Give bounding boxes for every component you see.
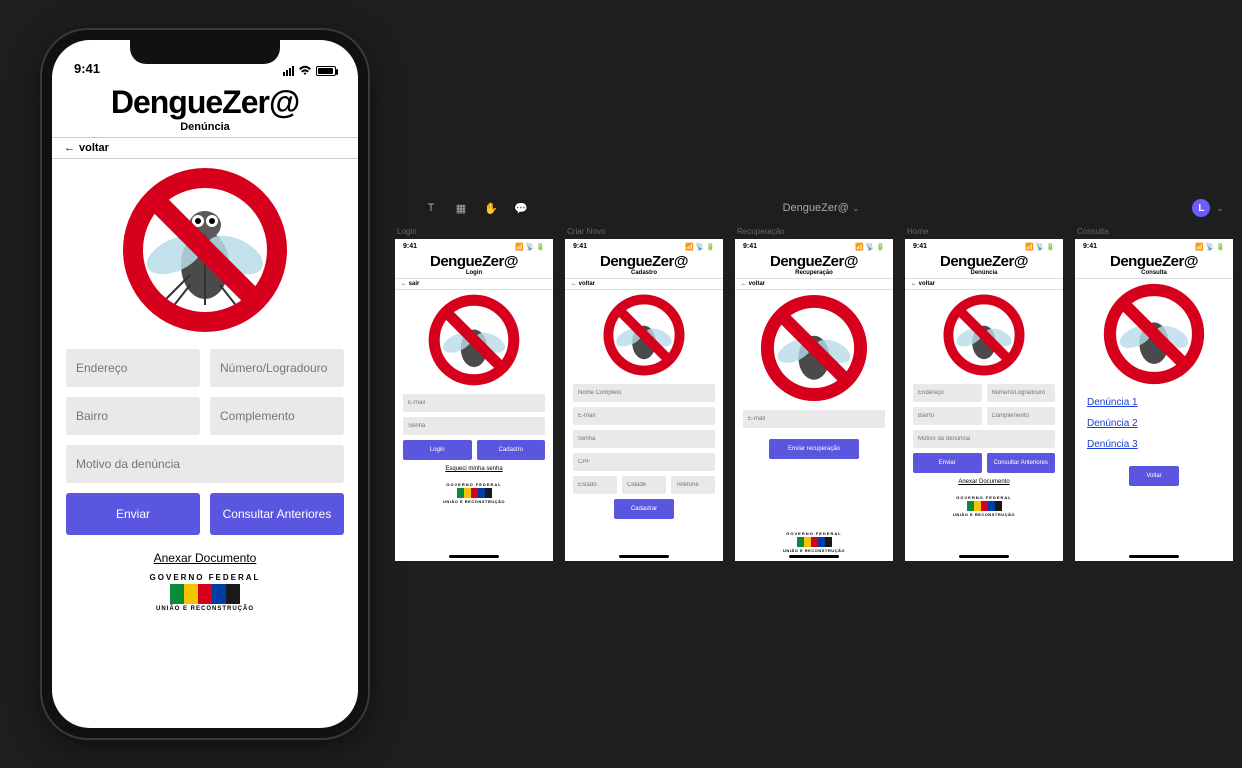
home-indicator — [959, 555, 1009, 558]
mini-screen-consulta: 9:41📶 📡 🔋 DengueZer@ Consulta Denúncia 1… — [1075, 239, 1233, 561]
cidade-field[interactable] — [622, 476, 666, 494]
denuncia-link[interactable]: Denúncia 3 — [1087, 439, 1221, 450]
chevron-down-icon: ⌄ — [852, 203, 860, 213]
brasil-logo-icon — [170, 584, 240, 604]
back-button[interactable]: ← voltar — [905, 279, 1063, 290]
status-time: 9:41 — [74, 61, 100, 76]
endereco-field[interactable] — [913, 384, 982, 402]
no-mosquito-icon — [942, 293, 1026, 377]
enviar-recuperacao-button[interactable]: Enviar recuperação — [769, 439, 859, 459]
denuncia-link[interactable]: Denúncia 2 — [1087, 418, 1221, 429]
consultar-button[interactable]: Consultar Anteriores — [210, 493, 344, 535]
no-mosquito-icon — [759, 293, 869, 403]
artboard-consulta[interactable]: Consulta 9:41📶 📡 🔋 DengueZer@ Consulta D… — [1075, 225, 1233, 561]
motivo-field[interactable] — [66, 445, 344, 483]
enviar-button[interactable]: Enviar — [913, 453, 982, 473]
comment-tool-icon[interactable]: 💬 — [514, 201, 528, 215]
numero-field[interactable] — [210, 349, 344, 387]
home-indicator — [789, 555, 839, 558]
back-button[interactable]: ← voltar — [565, 279, 723, 290]
consulta-list: Denúncia 1 Denúncia 2 Denúncia 3 — [1075, 389, 1233, 450]
email-field[interactable] — [573, 407, 715, 425]
gov-logo: GOVERNO FEDERAL UNIÃO E RECONSTRUÇÃO — [52, 573, 358, 630]
status-icons: 📶 📡 🔋 — [515, 243, 545, 251]
numero-field[interactable] — [987, 384, 1056, 402]
telefone-field[interactable] — [671, 476, 715, 494]
back-label: voltar — [79, 142, 109, 154]
frame-tool-icon[interactable]: ▦ — [454, 201, 468, 215]
artboard-row: Login 9:41📶 📡 🔋 DengueZer@ Login ← sair … — [395, 225, 1233, 561]
project-title[interactable]: DengueZer@ ⌄ — [410, 202, 1232, 214]
mini-screen-login: 9:41📶 📡 🔋 DengueZer@ Login ← sair Login … — [395, 239, 553, 561]
login-button[interactable]: Login — [403, 440, 472, 460]
cadastrar-button[interactable]: Cadastrar — [614, 499, 674, 519]
artboard-label: Criar Novo — [565, 225, 723, 239]
mini-screen-denuncia: 9:41📶 📡 🔋 DengueZer@ Denúncia ← voltar E… — [905, 239, 1063, 561]
user-avatar[interactable]: L — [1192, 199, 1210, 217]
enviar-button[interactable]: Enviar — [66, 493, 200, 535]
battery-icon — [316, 66, 336, 76]
bairro-field[interactable] — [66, 397, 200, 435]
motivo-field[interactable] — [913, 430, 1055, 448]
gov-logo: GOVERNO FEDERALUNIÃO E RECONSTRUÇÃO — [905, 491, 1063, 525]
cpf-field[interactable] — [573, 453, 715, 471]
no-mosquito-icon — [427, 293, 521, 387]
design-toolbar: T ▦ ✋ 💬 DengueZer@ ⌄ L ⌄ — [410, 196, 1232, 220]
artboard-cadastro[interactable]: Criar Novo 9:41📶 📡 🔋 DengueZer@ Cadastro… — [565, 225, 723, 561]
artboard-label: Home — [905, 225, 1063, 239]
phone-mock-large: 9:41 DengueZer@ Denúncia ← voltar — [40, 28, 370, 740]
chevron-down-icon[interactable]: ⌄ — [1216, 203, 1224, 214]
nome-field[interactable] — [573, 384, 715, 402]
anexar-link[interactable]: Anexar Documento — [905, 473, 1063, 491]
artboard-label: Recuperação — [735, 225, 893, 239]
phone-notch — [130, 40, 280, 64]
signal-icon — [283, 66, 294, 76]
email-field[interactable] — [743, 410, 885, 428]
complemento-field[interactable] — [987, 407, 1056, 425]
phone-screen: 9:41 DengueZer@ Denúncia ← voltar — [52, 40, 358, 728]
artboard-label: Login — [395, 225, 553, 239]
artboard-denuncia[interactable]: Home 9:41📶 📡 🔋 DengueZer@ Denúncia ← vol… — [905, 225, 1063, 561]
denuncia-link[interactable]: Denúncia 1 — [1087, 397, 1221, 408]
home-indicator — [1129, 555, 1179, 558]
home-indicator — [619, 555, 669, 558]
artboard-recuperacao[interactable]: Recuperação 9:41📶 📡 🔋 DengueZer@ Recuper… — [735, 225, 893, 561]
consultar-button[interactable]: Consultar Anteriores — [987, 453, 1056, 473]
gov-logo: GOVERNO FEDERALUNIÃO E RECONSTRUÇÃO — [395, 478, 553, 512]
mini-screen-recuperacao: 9:41📶 📡 🔋 DengueZer@ Recuperação ← volta… — [735, 239, 893, 561]
screen-subtitle: Denúncia — [52, 121, 358, 138]
hand-tool-icon[interactable]: ✋ — [484, 201, 498, 215]
mini-screen-cadastro: 9:41📶 📡 🔋 DengueZer@ Cadastro ← voltar C… — [565, 239, 723, 561]
email-field[interactable] — [403, 394, 545, 412]
endereco-field[interactable] — [66, 349, 200, 387]
bairro-field[interactable] — [913, 407, 982, 425]
artboard-login[interactable]: Login 9:41📶 📡 🔋 DengueZer@ Login ← sair … — [395, 225, 553, 561]
no-mosquito-icon — [1102, 282, 1206, 386]
back-button[interactable]: ← voltar — [735, 279, 893, 290]
no-mosquito-icon — [120, 165, 290, 335]
hero-image — [52, 159, 358, 339]
artboard-label: Consulta — [1075, 225, 1233, 239]
back-button[interactable]: ← sair — [395, 279, 553, 290]
cadastro-button[interactable]: Cadastro — [477, 440, 546, 460]
senha-field[interactable] — [573, 430, 715, 448]
home-indicator — [449, 555, 499, 558]
voltar-button[interactable]: Voltar — [1129, 466, 1179, 486]
arrow-left-icon: ← — [64, 142, 75, 154]
complemento-field[interactable] — [210, 397, 344, 435]
forgot-link[interactable]: Esqueci minha senha — [395, 460, 553, 478]
estado-field[interactable] — [573, 476, 617, 494]
anexar-link[interactable]: Anexar Documento — [52, 535, 358, 573]
senha-field[interactable] — [403, 417, 545, 435]
app-title: DengueZer@ — [52, 78, 358, 121]
back-button[interactable]: ← voltar — [52, 138, 358, 159]
no-mosquito-icon — [602, 293, 686, 377]
text-tool-icon[interactable]: T — [424, 201, 438, 215]
wifi-icon — [298, 65, 312, 76]
form-area: Enviar Consultar Anteriores — [52, 339, 358, 535]
